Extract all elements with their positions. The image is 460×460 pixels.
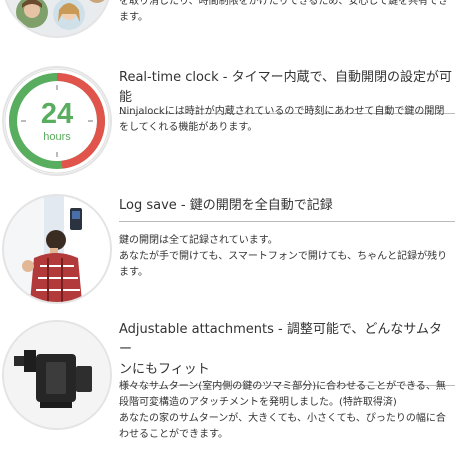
body-line: あなたが手で開けても、スマートフォンで開けても、ちゃんと記録が残り [119,251,448,262]
feature-title: Adjustable attachments - 調整可能で、どんなサムター ン… [119,320,455,386]
clock-number: 24 [40,98,74,130]
feature-title: Log save - 鍵の開閉を全自動で記録 [119,196,455,222]
body-line: を取り消したり、時間制限をかけたりできるため、安心して鍵を共有でき [119,0,449,7]
body-line: をしてくれる機能があります。 [119,122,258,133]
title-line: ンにもフィット [119,362,210,377]
feature-description: 鍵の開閉は全て記録されています。 あなたが手で開けても、スマートフォンで開けても… [119,233,457,281]
body-line: 段階可変構造のアタッチメントを発明しました。(特許取得済) [119,397,397,408]
body-line: 鍵の開閉は全て記録されています。 [119,235,278,246]
people-photo [4,0,110,36]
title-line: Adjustable attachments - 調整可能で、どんなサムター [119,322,443,357]
door-photo [4,196,110,302]
feature-description: 様々なサムターン(室内側の鍵のツマミ部分)に合わせることができる、無 段階可変構… [119,379,457,443]
body-line: Ninjalockには時計が内蔵されているので時刻にあわせて自動で鍵の開閉 [119,106,445,117]
body-line: ます。 [119,267,148,278]
body-line: ます。 [119,12,148,23]
feature-description: を取り消したり、時間制限をかけたりできるため、安心して鍵を共有でき ます。 [119,0,457,26]
body-line: あなたの家のサムターンが、大きくても、小さくても、ぴったりの幅に合 [119,413,446,424]
body-line: 様々なサムターン(室内側の鍵のツマミ部分)に合わせることができる、無 [119,381,446,392]
attachment-photo [4,322,110,428]
feature-description: Ninjalockには時計が内蔵されているので時刻にあわせて自動で鍵の開閉 をし… [119,104,457,136]
body-line: わせることができます。 [119,429,228,440]
clock-unit: hours [43,131,71,143]
clock-icon: 24 hours [4,68,110,174]
